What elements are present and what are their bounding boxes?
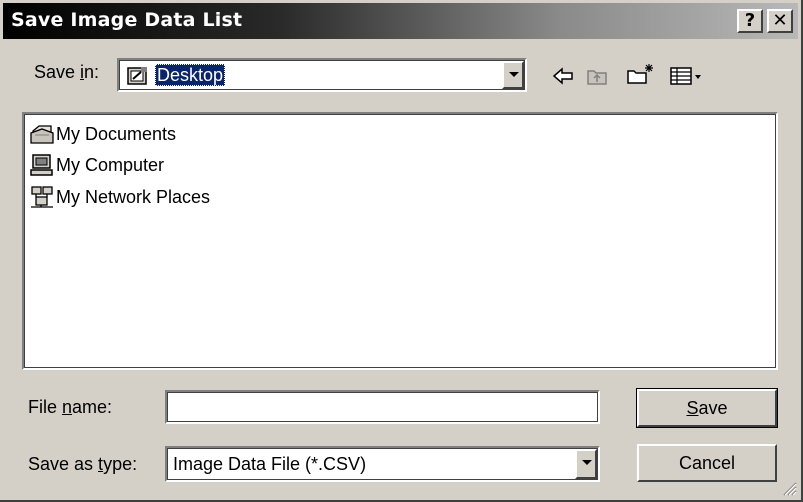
list-item-my-documents[interactable]: My Documents: [30, 121, 176, 147]
list-item-label: My Documents: [56, 123, 177, 144]
desktop-icon: [127, 67, 147, 85]
list-item-my-computer[interactable]: My Computer: [30, 152, 164, 178]
save-as-type-value: Image Data File (*.CSV): [173, 454, 367, 474]
list-item-label: My Network Places: [56, 186, 211, 207]
save-in-value: Desktop: [155, 64, 226, 86]
save-dialog: Save Image Data List ? ✕ Save in: Deskto…: [0, 0, 803, 502]
title-bar[interactable]: Save Image Data List ? ✕: [3, 3, 798, 39]
back-arrow-icon[interactable]: [552, 66, 574, 86]
file-list[interactable]: My Documents My Computer My Network Plac…: [22, 112, 778, 370]
list-item-label: My Computer: [56, 154, 165, 175]
cancel-button[interactable]: Cancel: [637, 444, 777, 482]
chevron-down-icon[interactable]: [502, 61, 524, 89]
list-item-my-network-places[interactable]: My Network Places: [30, 184, 210, 210]
save-button[interactable]: Save: [636, 388, 778, 428]
help-button[interactable]: ?: [737, 9, 763, 33]
save-as-type-label: Save as type:: [28, 454, 138, 474]
save-in-label: Save in:: [34, 62, 100, 82]
my-documents-icon: [30, 125, 54, 144]
save-as-type-dropdown[interactable]: Image Data File (*.CSV): [165, 446, 600, 482]
chevron-down-icon[interactable]: [575, 449, 597, 479]
close-button[interactable]: ✕: [767, 9, 793, 33]
save-in-dropdown[interactable]: Desktop: [117, 58, 527, 92]
file-name-input[interactable]: [165, 390, 600, 424]
up-folder-icon[interactable]: [586, 66, 608, 86]
resize-grip-icon[interactable]: [781, 480, 797, 496]
network-places-icon: [31, 186, 53, 208]
view-menu-icon[interactable]: [670, 66, 704, 86]
window-title: Save Image Data List: [11, 9, 243, 31]
my-computer-icon: [30, 154, 53, 176]
new-folder-icon[interactable]: [626, 62, 656, 84]
file-name-label: File name:: [28, 397, 113, 417]
